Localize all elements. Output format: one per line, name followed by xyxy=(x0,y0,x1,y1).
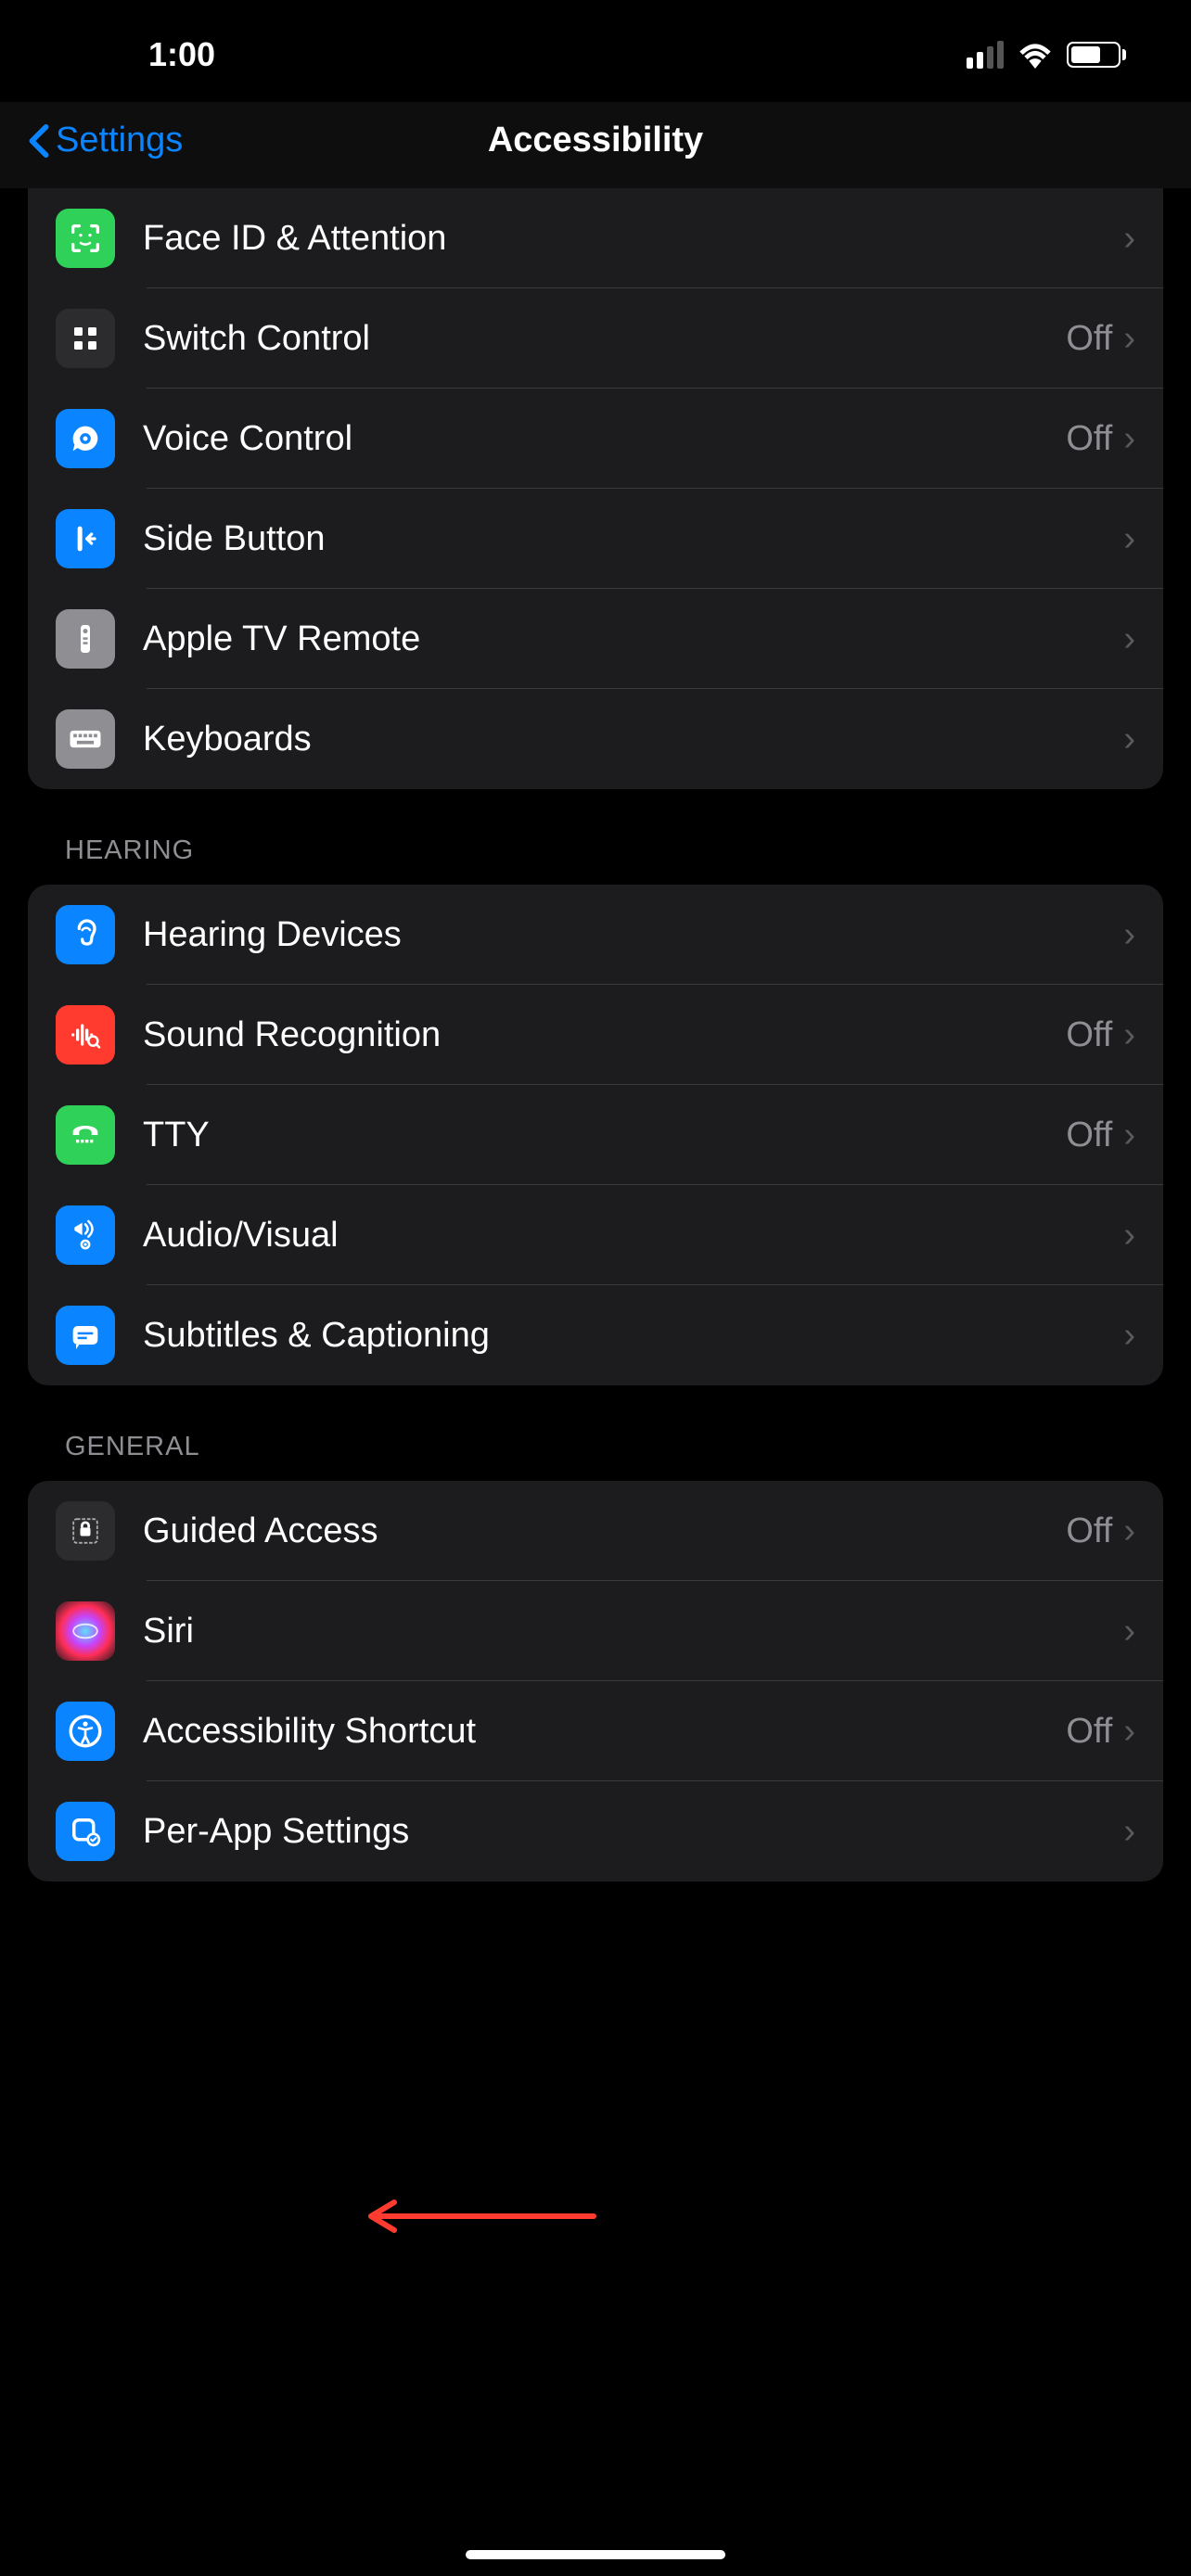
row-sound-recognition[interactable]: Sound Recognition Off › xyxy=(28,985,1163,1085)
guided-access-icon xyxy=(56,1501,115,1561)
section-hearing: Hearing Devices › Sound Recognition Off ›… xyxy=(28,885,1163,1385)
row-label: Siri xyxy=(143,1612,194,1651)
chevron-right-icon: › xyxy=(1123,1015,1135,1055)
battery-icon xyxy=(1067,42,1126,68)
row-subtitles-captioning[interactable]: Subtitles & Captioning › xyxy=(28,1285,1163,1385)
side-button-icon xyxy=(56,509,115,568)
row-label: Side Button xyxy=(143,519,325,559)
tty-icon xyxy=(56,1105,115,1165)
chevron-right-icon: › xyxy=(1123,1812,1135,1852)
row-value: Off xyxy=(1066,1116,1112,1155)
row-face-id-attention[interactable]: Face ID & Attention › xyxy=(28,188,1163,288)
voice-control-icon xyxy=(56,409,115,468)
back-button[interactable]: Settings xyxy=(28,121,183,160)
row-label: Apple TV Remote xyxy=(143,619,420,659)
row-apple-tv-remote[interactable]: Apple TV Remote › xyxy=(28,589,1163,689)
row-per-app-settings[interactable]: Per-App Settings › xyxy=(28,1781,1163,1881)
content: Face ID & Attention › Switch Control Off… xyxy=(0,188,1191,1881)
chevron-right-icon: › xyxy=(1123,219,1135,259)
row-tty[interactable]: TTY Off › xyxy=(28,1085,1163,1185)
row-value: Off xyxy=(1066,419,1112,459)
chevron-right-icon: › xyxy=(1123,519,1135,559)
row-value: Off xyxy=(1066,1712,1112,1752)
face-id-icon xyxy=(56,209,115,268)
row-label: Subtitles & Captioning xyxy=(143,1316,490,1356)
status-bar: 1:00 xyxy=(0,0,1191,102)
row-label: Per-App Settings xyxy=(143,1812,409,1852)
row-label: Keyboards xyxy=(143,720,312,759)
row-value: Off xyxy=(1066,319,1112,359)
row-switch-control[interactable]: Switch Control Off › xyxy=(28,288,1163,389)
row-value: Off xyxy=(1066,1015,1112,1055)
row-label: TTY xyxy=(143,1116,210,1155)
chevron-right-icon: › xyxy=(1123,619,1135,659)
chevron-right-icon: › xyxy=(1123,319,1135,359)
status-indicators xyxy=(967,41,1126,69)
status-time: 1:00 xyxy=(148,35,215,74)
ear-icon xyxy=(56,905,115,964)
row-label: Sound Recognition xyxy=(143,1015,441,1055)
row-siri[interactable]: Siri › xyxy=(28,1581,1163,1681)
row-label: Accessibility Shortcut xyxy=(143,1712,476,1752)
cellular-signal-icon xyxy=(967,41,1004,69)
annotation-arrow xyxy=(343,2188,603,2244)
keyboard-icon xyxy=(56,709,115,769)
chevron-right-icon: › xyxy=(1123,1712,1135,1752)
row-voice-control[interactable]: Voice Control Off › xyxy=(28,389,1163,489)
chevron-right-icon: › xyxy=(1123,419,1135,459)
chevron-right-icon: › xyxy=(1123,1612,1135,1651)
chevron-right-icon: › xyxy=(1123,1511,1135,1551)
page-title: Accessibility xyxy=(488,121,703,160)
section-header-general: GENERAL xyxy=(28,1385,1163,1481)
row-label: Voice Control xyxy=(143,419,352,459)
row-audio-visual[interactable]: Audio/Visual › xyxy=(28,1185,1163,1285)
row-label: Audio/Visual xyxy=(143,1216,339,1256)
wifi-icon xyxy=(1017,41,1054,69)
chevron-left-icon xyxy=(28,123,50,159)
row-accessibility-shortcut[interactable]: Accessibility Shortcut Off › xyxy=(28,1681,1163,1781)
row-label: Switch Control xyxy=(143,319,370,359)
row-keyboards[interactable]: Keyboards › xyxy=(28,689,1163,789)
chevron-right-icon: › xyxy=(1123,915,1135,955)
chevron-right-icon: › xyxy=(1123,1216,1135,1256)
switch-control-icon xyxy=(56,309,115,368)
subtitles-icon xyxy=(56,1306,115,1365)
siri-icon xyxy=(56,1601,115,1661)
section-header-hearing: HEARING xyxy=(28,789,1163,885)
row-label: Hearing Devices xyxy=(143,915,402,955)
navigation-bar: Settings Accessibility xyxy=(0,102,1191,188)
row-hearing-devices[interactable]: Hearing Devices › xyxy=(28,885,1163,985)
accessibility-shortcut-icon xyxy=(56,1702,115,1761)
section-physical-motor: Face ID & Attention › Switch Control Off… xyxy=(28,188,1163,789)
row-value: Off xyxy=(1066,1511,1112,1551)
row-label: Guided Access xyxy=(143,1511,378,1551)
chevron-right-icon: › xyxy=(1123,1116,1135,1155)
section-general: Guided Access Off › Siri › Accessibility … xyxy=(28,1481,1163,1881)
chevron-right-icon: › xyxy=(1123,1316,1135,1356)
chevron-right-icon: › xyxy=(1123,720,1135,759)
sound-recognition-icon xyxy=(56,1005,115,1065)
back-label: Settings xyxy=(56,121,183,160)
row-label: Face ID & Attention xyxy=(143,219,446,259)
row-side-button[interactable]: Side Button › xyxy=(28,489,1163,589)
audio-visual-icon xyxy=(56,1205,115,1265)
home-indicator[interactable] xyxy=(466,2550,725,2559)
per-app-icon xyxy=(56,1802,115,1861)
tv-remote-icon xyxy=(56,609,115,669)
row-guided-access[interactable]: Guided Access Off › xyxy=(28,1481,1163,1581)
